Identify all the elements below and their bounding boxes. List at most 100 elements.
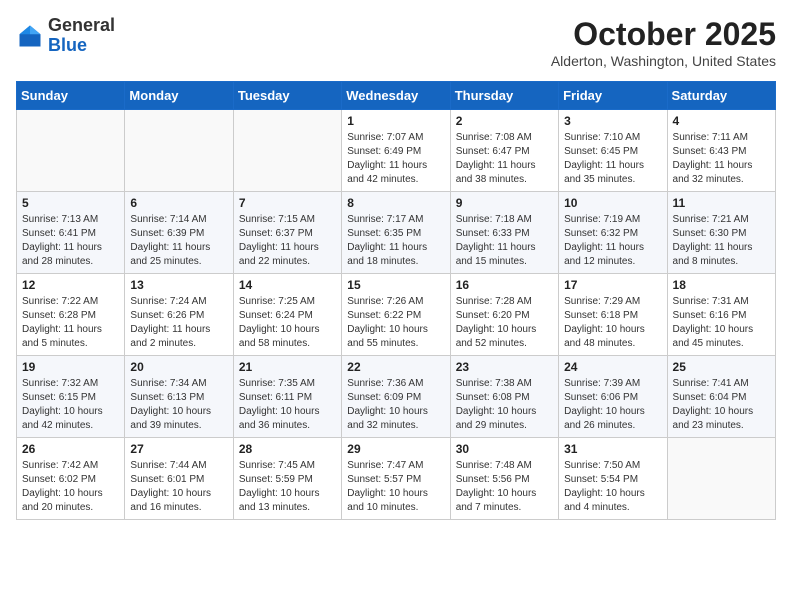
day-cell: 17 Sunrise: 7:29 AM Sunset: 6:18 PM Dayli…: [559, 274, 667, 356]
day-cell: [667, 438, 775, 520]
day-cell: 24 Sunrise: 7:39 AM Sunset: 6:06 PM Dayli…: [559, 356, 667, 438]
day-number: 5: [22, 196, 119, 210]
calendar: SundayMondayTuesdayWednesdayThursdayFrid…: [16, 81, 776, 520]
day-info: Sunrise: 7:35 AM Sunset: 6:11 PM Dayligh…: [239, 377, 336, 433]
day-number: 1: [347, 114, 444, 128]
day-info: Sunrise: 7:21 AM Sunset: 6:30 PM Dayligh…: [673, 213, 770, 269]
day-cell: 5 Sunrise: 7:13 AM Sunset: 6:41 PM Daylig…: [17, 192, 125, 274]
logo-general: General: [48, 15, 115, 35]
day-cell: 25Sunrise: 7:41 AM Sunset: 6:04 PM Dayli…: [667, 356, 775, 438]
day-number: 21: [239, 360, 336, 374]
weekday-header-wednesday: Wednesday: [342, 82, 450, 110]
day-info: Sunrise: 7:39 AM Sunset: 6:06 PM Dayligh…: [564, 377, 661, 433]
day-info: Sunrise: 7:18 AM Sunset: 6:33 PM Dayligh…: [456, 213, 553, 269]
day-cell: 12 Sunrise: 7:22 AM Sunset: 6:28 PM Dayli…: [17, 274, 125, 356]
day-number: 23: [456, 360, 553, 374]
day-cell: 15 Sunrise: 7:26 AM Sunset: 6:22 PM Dayli…: [342, 274, 450, 356]
day-cell: 29 Sunrise: 7:47 AM Sunset: 5:57 PM Dayli…: [342, 438, 450, 520]
day-cell: 21 Sunrise: 7:35 AM Sunset: 6:11 PM Dayli…: [233, 356, 341, 438]
day-cell: 27Sunrise: 7:44 AM Sunset: 6:01 PM Dayli…: [125, 438, 233, 520]
day-cell: 14 Sunrise: 7:25 AM Sunset: 6:24 PM Dayli…: [233, 274, 341, 356]
day-number: 25: [673, 360, 770, 374]
day-cell: 4 Sunrise: 7:11 AM Sunset: 6:43 PM Daylig…: [667, 110, 775, 192]
day-number: 8: [347, 196, 444, 210]
week-row-5: 26Sunrise: 7:42 AM Sunset: 6:02 PM Dayli…: [17, 438, 776, 520]
day-info: Sunrise: 7:24 AM Sunset: 6:26 PM Dayligh…: [130, 295, 227, 351]
week-row-2: 5 Sunrise: 7:13 AM Sunset: 6:41 PM Daylig…: [17, 192, 776, 274]
weekday-header-tuesday: Tuesday: [233, 82, 341, 110]
day-number: 6: [130, 196, 227, 210]
day-number: 4: [673, 114, 770, 128]
weekday-header-friday: Friday: [559, 82, 667, 110]
day-number: 13: [130, 278, 227, 292]
day-number: 20: [130, 360, 227, 374]
week-row-4: 19 Sunrise: 7:32 AM Sunset: 6:15 PM Dayli…: [17, 356, 776, 438]
day-cell: 28 Sunrise: 7:45 AM Sunset: 5:59 PM Dayli…: [233, 438, 341, 520]
day-cell: 19 Sunrise: 7:32 AM Sunset: 6:15 PM Dayli…: [17, 356, 125, 438]
day-cell: 6 Sunrise: 7:14 AM Sunset: 6:39 PM Daylig…: [125, 192, 233, 274]
weekday-header-row: SundayMondayTuesdayWednesdayThursdayFrid…: [17, 82, 776, 110]
day-cell: 8Sunrise: 7:17 AM Sunset: 6:35 PM Daylig…: [342, 192, 450, 274]
day-number: 27: [130, 442, 227, 456]
day-info: Sunrise: 7:13 AM Sunset: 6:41 PM Dayligh…: [22, 213, 119, 269]
day-info: Sunrise: 7:45 AM Sunset: 5:59 PM Dayligh…: [239, 459, 336, 515]
day-cell: [233, 110, 341, 192]
day-number: 26: [22, 442, 119, 456]
day-cell: 23 Sunrise: 7:38 AM Sunset: 6:08 PM Dayli…: [450, 356, 558, 438]
day-number: 14: [239, 278, 336, 292]
day-info: Sunrise: 7:29 AM Sunset: 6:18 PM Dayligh…: [564, 295, 661, 351]
day-number: 29: [347, 442, 444, 456]
weekday-header-monday: Monday: [125, 82, 233, 110]
day-number: 19: [22, 360, 119, 374]
day-cell: 9Sunrise: 7:18 AM Sunset: 6:33 PM Daylig…: [450, 192, 558, 274]
day-cell: 11 Sunrise: 7:21 AM Sunset: 6:30 PM Dayli…: [667, 192, 775, 274]
logo-blue: Blue: [48, 35, 87, 55]
day-number: 30: [456, 442, 553, 456]
day-number: 22: [347, 360, 444, 374]
day-cell: 13 Sunrise: 7:24 AM Sunset: 6:26 PM Dayli…: [125, 274, 233, 356]
day-cell: 30 Sunrise: 7:48 AM Sunset: 5:56 PM Dayli…: [450, 438, 558, 520]
day-number: 11: [673, 196, 770, 210]
day-number: 3: [564, 114, 661, 128]
day-info: Sunrise: 7:36 AM Sunset: 6:09 PM Dayligh…: [347, 377, 444, 433]
day-info: Sunrise: 7:14 AM Sunset: 6:39 PM Dayligh…: [130, 213, 227, 269]
day-cell: 18Sunrise: 7:31 AM Sunset: 6:16 PM Dayli…: [667, 274, 775, 356]
day-info: Sunrise: 7:10 AM Sunset: 6:45 PM Dayligh…: [564, 131, 661, 187]
day-info: Sunrise: 7:08 AM Sunset: 6:47 PM Dayligh…: [456, 131, 553, 187]
day-info: Sunrise: 7:07 AM Sunset: 6:49 PM Dayligh…: [347, 131, 444, 187]
day-cell: 10Sunrise: 7:19 AM Sunset: 6:32 PM Dayli…: [559, 192, 667, 274]
weekday-header-thursday: Thursday: [450, 82, 558, 110]
week-row-1: 1 Sunrise: 7:07 AM Sunset: 6:49 PM Daylig…: [17, 110, 776, 192]
day-info: Sunrise: 7:47 AM Sunset: 5:57 PM Dayligh…: [347, 459, 444, 515]
day-info: Sunrise: 7:11 AM Sunset: 6:43 PM Dayligh…: [673, 131, 770, 187]
weekday-header-sunday: Sunday: [17, 82, 125, 110]
day-number: 12: [22, 278, 119, 292]
day-cell: 3 Sunrise: 7:10 AM Sunset: 6:45 PM Daylig…: [559, 110, 667, 192]
page-header: General Blue October 2025 Alderton, Wash…: [16, 16, 776, 69]
day-cell: 31Sunrise: 7:50 AM Sunset: 5:54 PM Dayli…: [559, 438, 667, 520]
day-info: Sunrise: 7:38 AM Sunset: 6:08 PM Dayligh…: [456, 377, 553, 433]
day-info: Sunrise: 7:48 AM Sunset: 5:56 PM Dayligh…: [456, 459, 553, 515]
day-info: Sunrise: 7:25 AM Sunset: 6:24 PM Dayligh…: [239, 295, 336, 351]
day-info: Sunrise: 7:22 AM Sunset: 6:28 PM Dayligh…: [22, 295, 119, 351]
day-cell: 20 Sunrise: 7:34 AM Sunset: 6:13 PM Dayli…: [125, 356, 233, 438]
day-number: 17: [564, 278, 661, 292]
day-number: 15: [347, 278, 444, 292]
day-cell: [17, 110, 125, 192]
day-info: Sunrise: 7:31 AM Sunset: 6:16 PM Dayligh…: [673, 295, 770, 351]
day-info: Sunrise: 7:34 AM Sunset: 6:13 PM Dayligh…: [130, 377, 227, 433]
location: Alderton, Washington, United States: [551, 53, 776, 69]
day-info: Sunrise: 7:50 AM Sunset: 5:54 PM Dayligh…: [564, 459, 661, 515]
day-cell: 26Sunrise: 7:42 AM Sunset: 6:02 PM Dayli…: [17, 438, 125, 520]
day-info: Sunrise: 7:28 AM Sunset: 6:20 PM Dayligh…: [456, 295, 553, 351]
logo-text: General Blue: [48, 16, 115, 56]
day-info: Sunrise: 7:26 AM Sunset: 6:22 PM Dayligh…: [347, 295, 444, 351]
day-number: 16: [456, 278, 553, 292]
day-info: Sunrise: 7:32 AM Sunset: 6:15 PM Dayligh…: [22, 377, 119, 433]
day-number: 24: [564, 360, 661, 374]
logo: General Blue: [16, 16, 115, 56]
day-number: 28: [239, 442, 336, 456]
day-info: Sunrise: 7:19 AM Sunset: 6:32 PM Dayligh…: [564, 213, 661, 269]
month-title: October 2025: [551, 16, 776, 53]
day-cell: 7Sunrise: 7:15 AM Sunset: 6:37 PM Daylig…: [233, 192, 341, 274]
